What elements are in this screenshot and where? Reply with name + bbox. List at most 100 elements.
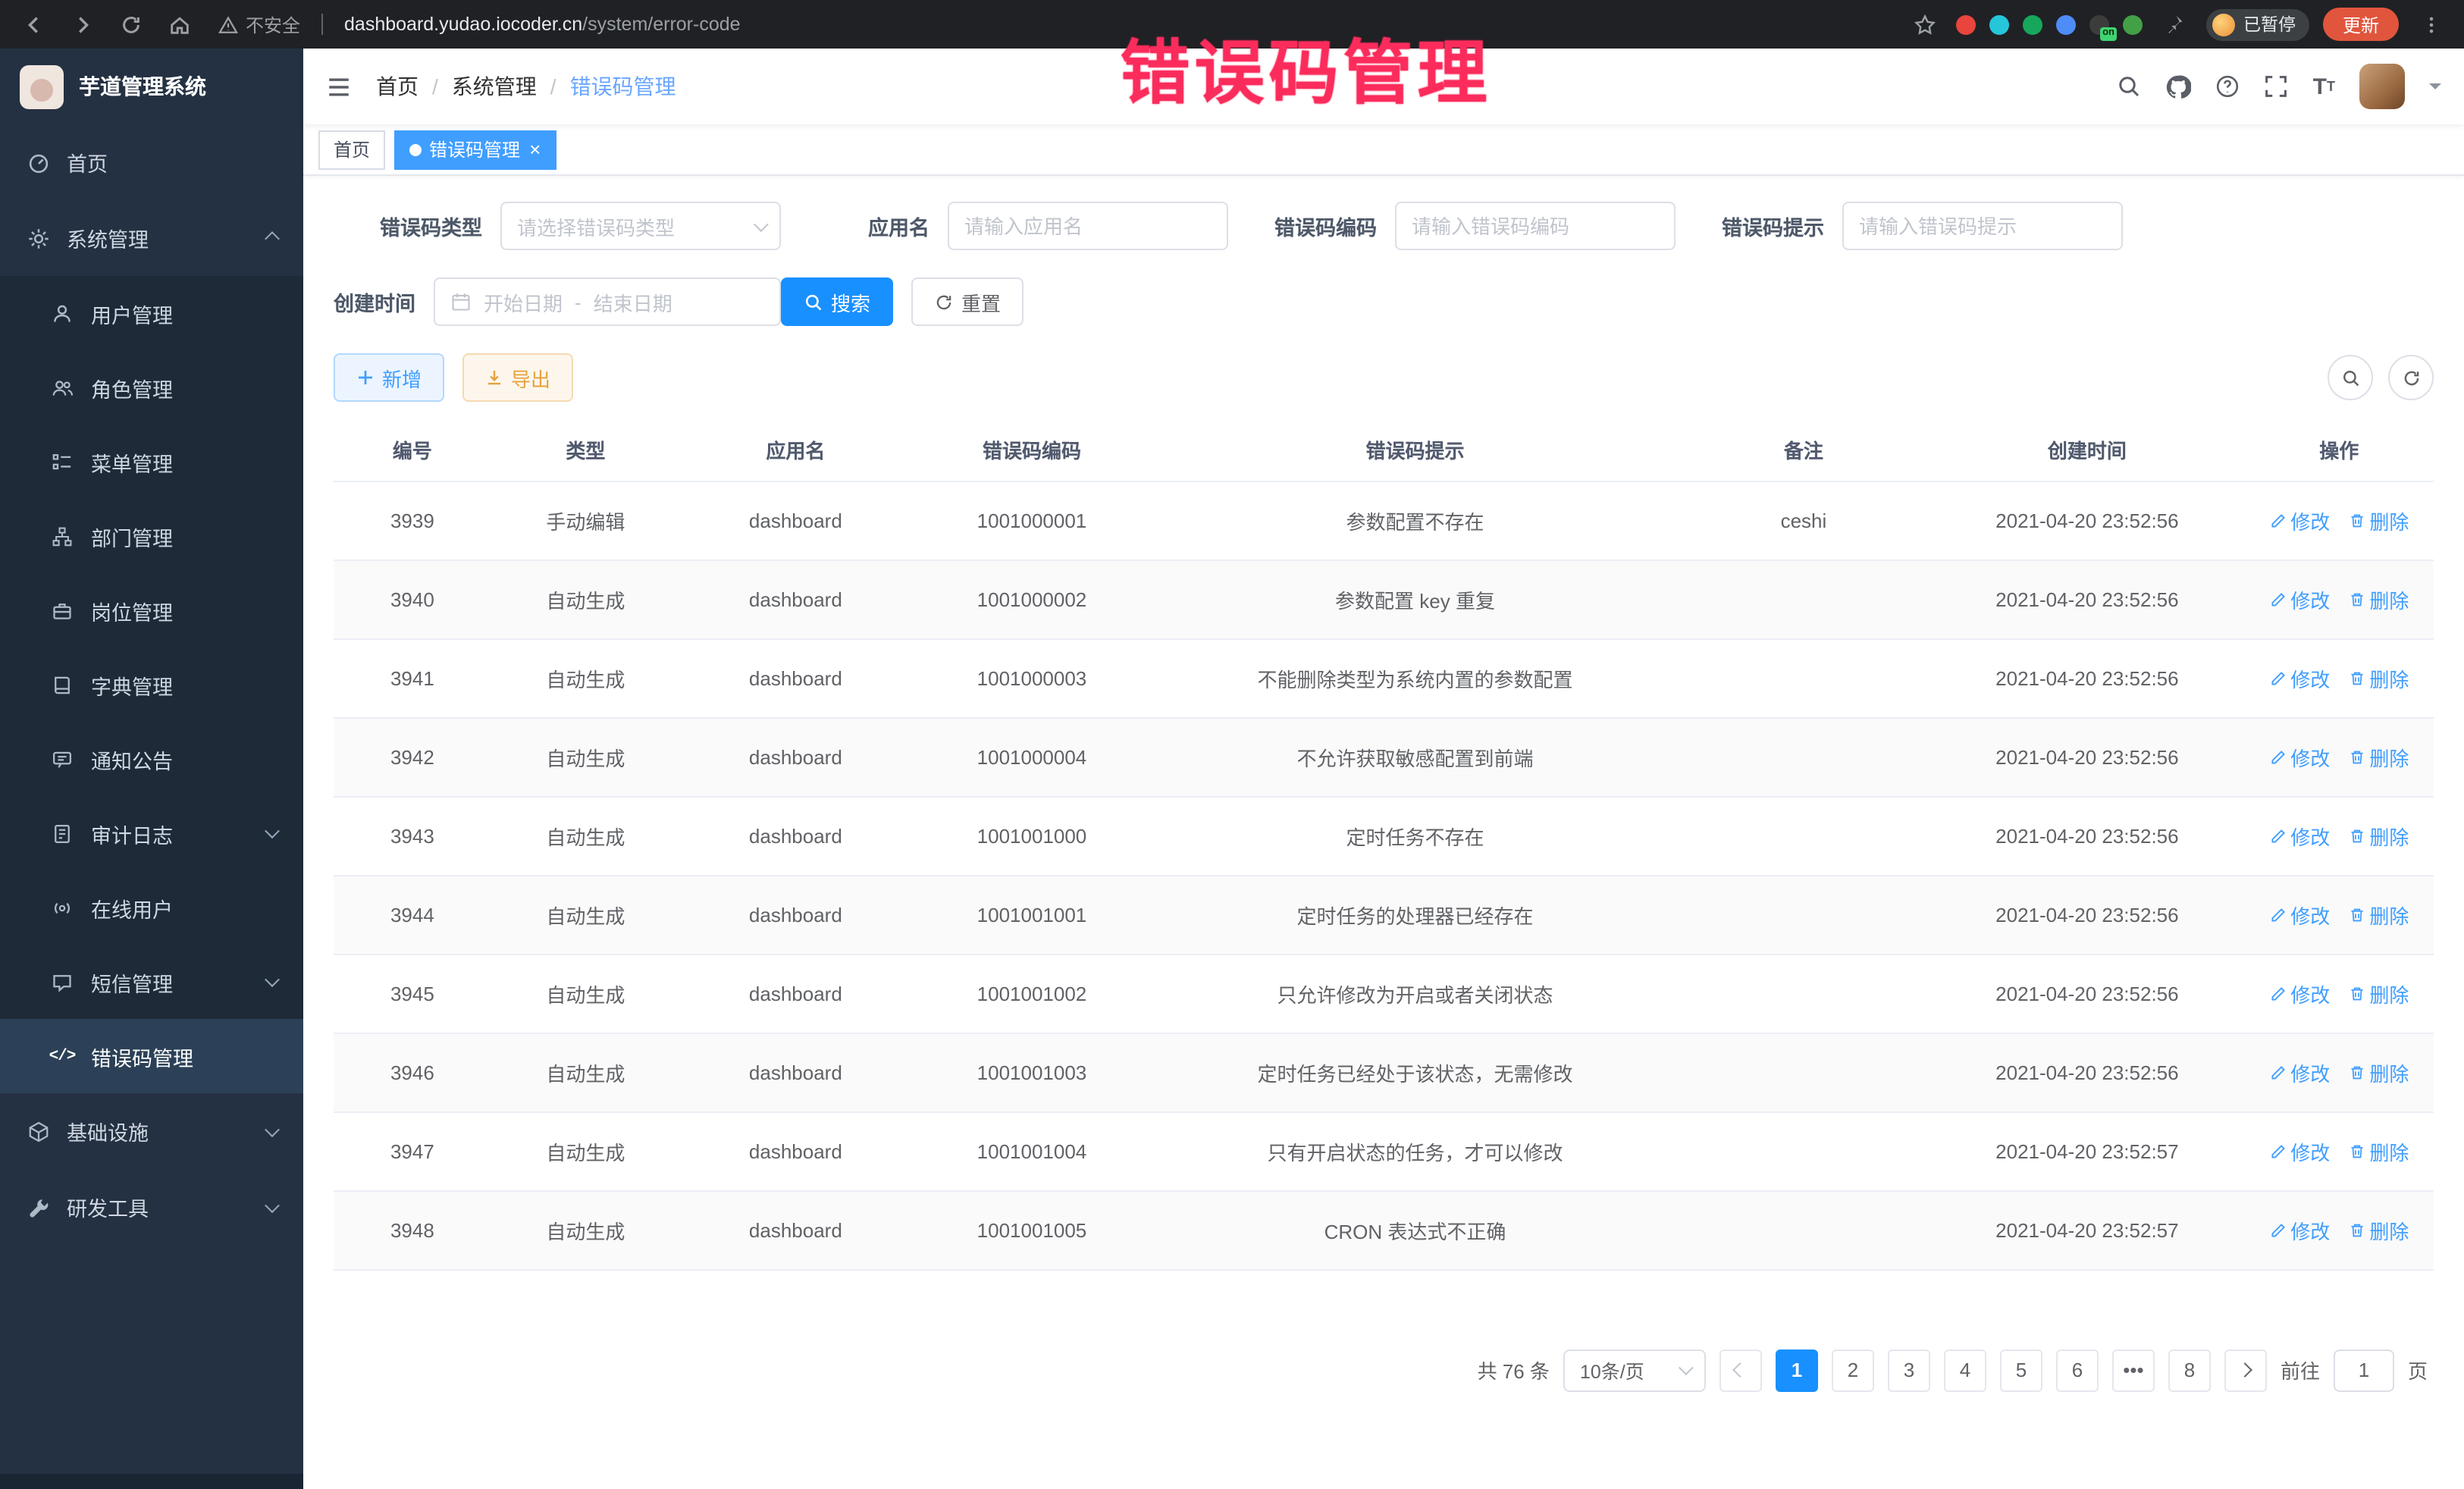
close-icon[interactable]: × — [529, 139, 541, 159]
error-type-select[interactable]: 请选择错误码类型 — [500, 202, 781, 250]
page-button-6[interactable]: 6 — [2056, 1349, 2099, 1391]
page-button-1[interactable]: 1 — [1776, 1349, 1818, 1391]
edit-button[interactable]: 修改 — [2269, 821, 2330, 850]
next-page-button[interactable] — [2224, 1349, 2267, 1391]
tag-home[interactable]: 首页 — [318, 130, 385, 169]
sidebar-item-audit-log[interactable]: 审计日志 — [0, 796, 303, 870]
sidebar-item-notices[interactable]: 通知公告 — [0, 722, 303, 796]
edit-button[interactable]: 修改 — [2269, 506, 2330, 534]
delete-button[interactable]: 删除 — [2348, 742, 2409, 771]
breadcrumb-home[interactable]: 首页 — [376, 71, 419, 102]
fullscreen-icon[interactable] — [2265, 74, 2289, 99]
sidebar-item-users[interactable]: 用户管理 — [0, 276, 303, 350]
help-icon[interactable] — [2216, 74, 2240, 99]
cell-time: 2021-04-20 23:52:56 — [1930, 796, 2245, 875]
edit-button[interactable]: 修改 — [2269, 979, 2330, 1008]
header-search-icon[interactable] — [2118, 74, 2142, 99]
cell-time: 2021-04-20 23:52:57 — [1930, 1190, 2245, 1269]
page-button-2[interactable]: 2 — [1832, 1349, 1874, 1391]
app-name-input[interactable] — [948, 202, 1228, 250]
extension-lightgreen-icon[interactable] — [2124, 14, 2143, 34]
error-hint-input[interactable] — [1842, 202, 2123, 250]
delete-button[interactable]: 删除 — [2348, 821, 2409, 850]
breadcrumb-separator: / — [550, 74, 556, 99]
delete-button[interactable]: 删除 — [2348, 1058, 2409, 1086]
edit-button[interactable]: 修改 — [2269, 663, 2330, 692]
toggle-search-icon[interactable] — [2328, 355, 2373, 400]
sidebar-item-infrastructure[interactable]: 基础设施 — [0, 1093, 303, 1169]
security-indicator[interactable]: 不安全 — [218, 11, 300, 37]
browser-reload-icon[interactable] — [112, 6, 149, 42]
extension-green-circle-icon[interactable] — [2024, 14, 2043, 34]
cell-ops: 修改删除 — [2245, 717, 2434, 796]
sidebar-item-system[interactable]: 系统管理 — [0, 200, 303, 276]
github-icon[interactable] — [2166, 74, 2192, 99]
kebab-menu-icon[interactable] — [2412, 6, 2449, 42]
edit-button[interactable]: 修改 — [2269, 585, 2330, 613]
sidebar-item-sms[interactable]: 短信管理 — [0, 945, 303, 1019]
sidebar-item-online-users[interactable]: 在线用户 — [0, 870, 303, 945]
tag-error-code[interactable]: 错误码管理 × — [394, 130, 556, 169]
sidebar-item-dictionary[interactable]: 字典管理 — [0, 647, 303, 722]
prev-page-button[interactable] — [1719, 1349, 1762, 1391]
chevron-down-icon[interactable] — [2429, 83, 2441, 96]
col-remark: 备注 — [1678, 420, 1930, 481]
sidebar-item-home[interactable]: 首页 — [0, 124, 303, 200]
delete-button[interactable]: 删除 — [2348, 900, 2409, 929]
sidebar-item-error-code[interactable]: </> 错误码管理 — [0, 1019, 303, 1093]
sidebar-logo[interactable]: 芋道管理系统 — [0, 49, 303, 124]
browser-forward-icon[interactable] — [64, 6, 100, 42]
extension-blue-icon[interactable] — [2057, 14, 2077, 34]
page-ellipsis[interactable]: ••• — [2112, 1349, 2155, 1391]
sidebar-item-positions[interactable]: 岗位管理 — [0, 573, 303, 647]
delete-button[interactable]: 删除 — [2348, 1215, 2409, 1244]
delete-button[interactable]: 删除 — [2348, 506, 2409, 534]
delete-button[interactable]: 删除 — [2348, 585, 2409, 613]
cell-type: 自动生成 — [491, 560, 680, 638]
font-size-icon[interactable]: TT — [2313, 75, 2335, 98]
edit-icon — [2269, 748, 2286, 765]
goto-page-input[interactable] — [2334, 1349, 2394, 1391]
breadcrumb: 首页 / 系统管理 / 错误码管理 — [376, 71, 676, 102]
extension-teal-icon[interactable] — [1990, 14, 2010, 34]
page-button-8[interactable]: 8 — [2168, 1349, 2211, 1391]
sidebar-item-roles[interactable]: 角色管理 — [0, 350, 303, 425]
extension-dark-icon[interactable]: on — [2090, 14, 2110, 34]
extension-red-icon[interactable] — [1957, 14, 1977, 34]
avatar[interactable] — [2359, 64, 2405, 109]
sidebar-item-departments[interactable]: 部门管理 — [0, 499, 303, 573]
calendar-icon — [450, 291, 472, 312]
edit-button[interactable]: 修改 — [2269, 900, 2330, 929]
edit-button[interactable]: 修改 — [2269, 1215, 2330, 1244]
delete-button[interactable]: 删除 — [2348, 1136, 2409, 1165]
hamburger-icon[interactable] — [326, 74, 352, 99]
address-bar[interactable]: dashboard.yudao.iocoder.cn/system/error-… — [344, 14, 741, 35]
page-size-select[interactable]: 10条/页 — [1563, 1349, 1706, 1391]
add-button[interactable]: 新增 — [334, 353, 444, 402]
browser-home-icon[interactable] — [161, 6, 197, 42]
page-button-5[interactable]: 5 — [2000, 1349, 2042, 1391]
breadcrumb-system[interactable]: 系统管理 — [452, 71, 537, 102]
sidebar-item-devtools[interactable]: 研发工具 — [0, 1169, 303, 1245]
delete-button[interactable]: 删除 — [2348, 663, 2409, 692]
browser-update-button[interactable]: 更新 — [2323, 8, 2399, 41]
sidebar-item-menus[interactable]: 菜单管理 — [0, 425, 303, 499]
extension-dot — [1990, 14, 2010, 34]
date-range-picker[interactable]: 开始日期 - 结束日期 — [434, 277, 781, 326]
page-button-3[interactable]: 3 — [1888, 1349, 1930, 1391]
page-button-4[interactable]: 4 — [1944, 1349, 1986, 1391]
reset-button[interactable]: 重置 — [911, 277, 1024, 326]
edit-button[interactable]: 修改 — [2269, 1136, 2330, 1165]
browser-back-icon[interactable] — [15, 6, 52, 42]
error-code-input[interactable] — [1395, 202, 1676, 250]
bookmark-star-icon[interactable] — [1907, 6, 1943, 42]
search-button[interactable]: 搜索 — [781, 277, 893, 326]
refresh-table-icon[interactable] — [2388, 355, 2434, 400]
extension-pin-icon[interactable] — [2157, 6, 2193, 42]
edit-button[interactable]: 修改 — [2269, 742, 2330, 771]
delete-button[interactable]: 删除 — [2348, 979, 2409, 1008]
date-separator: - — [575, 290, 582, 313]
edit-button[interactable]: 修改 — [2269, 1058, 2330, 1086]
profile-paused-chip[interactable]: 已暂停 — [2207, 8, 2309, 40]
export-button[interactable]: 导出 — [462, 353, 573, 402]
